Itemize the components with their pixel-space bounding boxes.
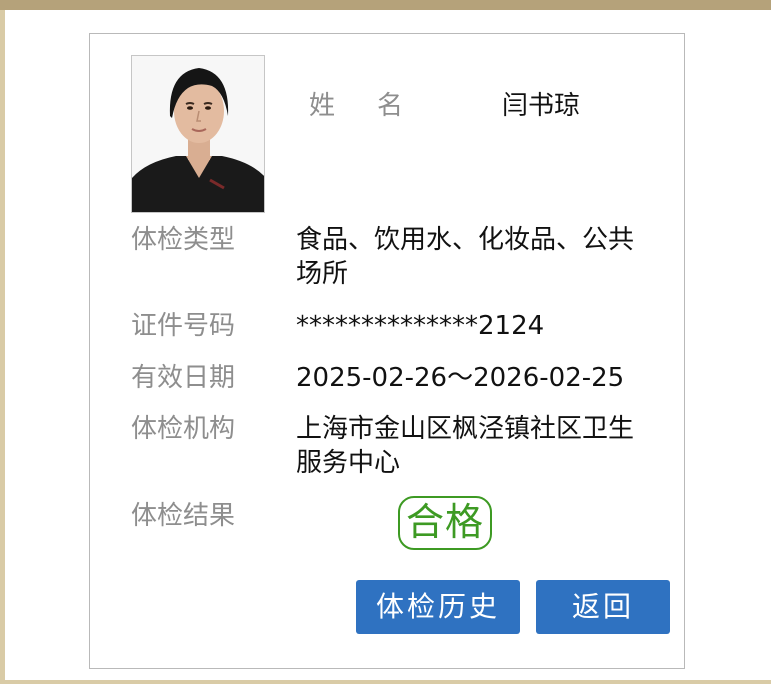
back-button[interactable]: 返回 — [536, 580, 670, 634]
pass-stamp: 合格 — [398, 496, 492, 550]
left-border — [0, 10, 5, 684]
validity-label: 有效日期 — [131, 363, 236, 393]
id-photo — [131, 55, 265, 213]
health-certificate-card: 姓 名 闫书琼 体检类型 食品、饮用水、化妆品、公共场所 证件号码 ******… — [89, 33, 685, 669]
result-label: 体检结果 — [131, 501, 236, 531]
id-number-value: **************2124 — [296, 311, 545, 341]
validity-value: 2025-02-26～2026-02-25 — [296, 363, 625, 393]
person-photo-icon — [132, 56, 264, 212]
bottom-border — [0, 680, 771, 684]
name-value: 闫书琼 — [502, 91, 581, 121]
top-border — [0, 0, 771, 10]
institution-label: 体检机构 — [131, 414, 236, 444]
institution-value: 上海市金山区枫泾镇社区卫生服务中心 — [296, 414, 635, 478]
name-label: 姓 名 — [309, 91, 412, 121]
exam-type-label: 体检类型 — [131, 225, 236, 255]
exam-history-button[interactable]: 体检历史 — [356, 580, 520, 634]
exam-type-value: 食品、饮用水、化妆品、公共场所 — [296, 225, 635, 289]
id-number-label: 证件号码 — [131, 311, 236, 341]
